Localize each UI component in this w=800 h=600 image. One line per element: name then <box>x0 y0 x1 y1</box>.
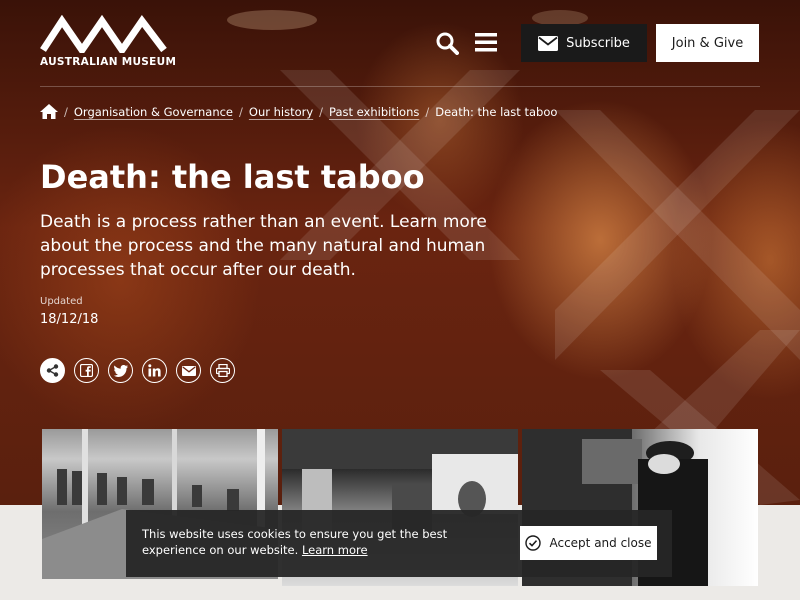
cookie-learn-more-link[interactable]: Learn more <box>302 543 368 557</box>
email-icon[interactable] <box>176 358 201 383</box>
breadcrumb-separator: / <box>64 104 68 119</box>
menu-icon[interactable] <box>475 32 497 52</box>
cookie-banner: This website uses cookies to ensure you … <box>126 510 672 577</box>
updated-label: Updated <box>40 296 83 307</box>
share-icon[interactable] <box>40 358 65 383</box>
check-circle-icon <box>525 535 542 551</box>
breadcrumb-item-our-history[interactable]: Our history <box>249 105 313 119</box>
search-icon[interactable] <box>435 31 459 55</box>
page-title: Death: the last taboo <box>40 158 425 196</box>
page-intro: Death is a process rather than an event.… <box>40 212 487 280</box>
header-divider <box>40 86 760 87</box>
join-and-give-button[interactable]: Join & Give <box>656 24 759 62</box>
breadcrumb-separator: / <box>319 104 324 119</box>
envelope-icon <box>538 35 559 51</box>
cookie-message-text: This website uses cookies to ensure you … <box>142 527 448 557</box>
breadcrumb-separator: / <box>239 104 243 119</box>
accept-label: Accept and close <box>549 536 652 550</box>
linkedin-icon[interactable] <box>142 358 167 383</box>
breadcrumb-item-organisation[interactable]: Organisation & Governance <box>74 105 233 119</box>
breadcrumb: / Organisation & Governance / Our histor… <box>40 104 557 119</box>
updated-date: 18/12/18 <box>40 312 99 327</box>
accept-cookies-button[interactable]: Accept and close <box>520 526 657 560</box>
logo-mark-icon <box>40 14 167 57</box>
share-buttons <box>40 358 235 383</box>
home-icon[interactable] <box>40 104 58 119</box>
logo-text: AUSTRALIAN MUSEUM <box>40 56 177 68</box>
australian-museum-logo[interactable]: AUSTRALIAN MUSEUM <box>40 14 176 68</box>
breadcrumb-item-past-exhibitions[interactable]: Past exhibitions <box>329 105 419 119</box>
twitter-icon[interactable] <box>108 358 133 383</box>
breadcrumb-current: Death: the last taboo <box>435 104 558 119</box>
subscribe-label: Subscribe <box>566 35 630 51</box>
join-label: Join & Give <box>671 35 744 51</box>
cookie-message: This website uses cookies to ensure you … <box>142 526 512 558</box>
print-icon[interactable] <box>210 358 235 383</box>
subscribe-button[interactable]: Subscribe <box>521 24 647 62</box>
breadcrumb-separator: / <box>425 104 430 119</box>
facebook-icon[interactable] <box>74 358 99 383</box>
